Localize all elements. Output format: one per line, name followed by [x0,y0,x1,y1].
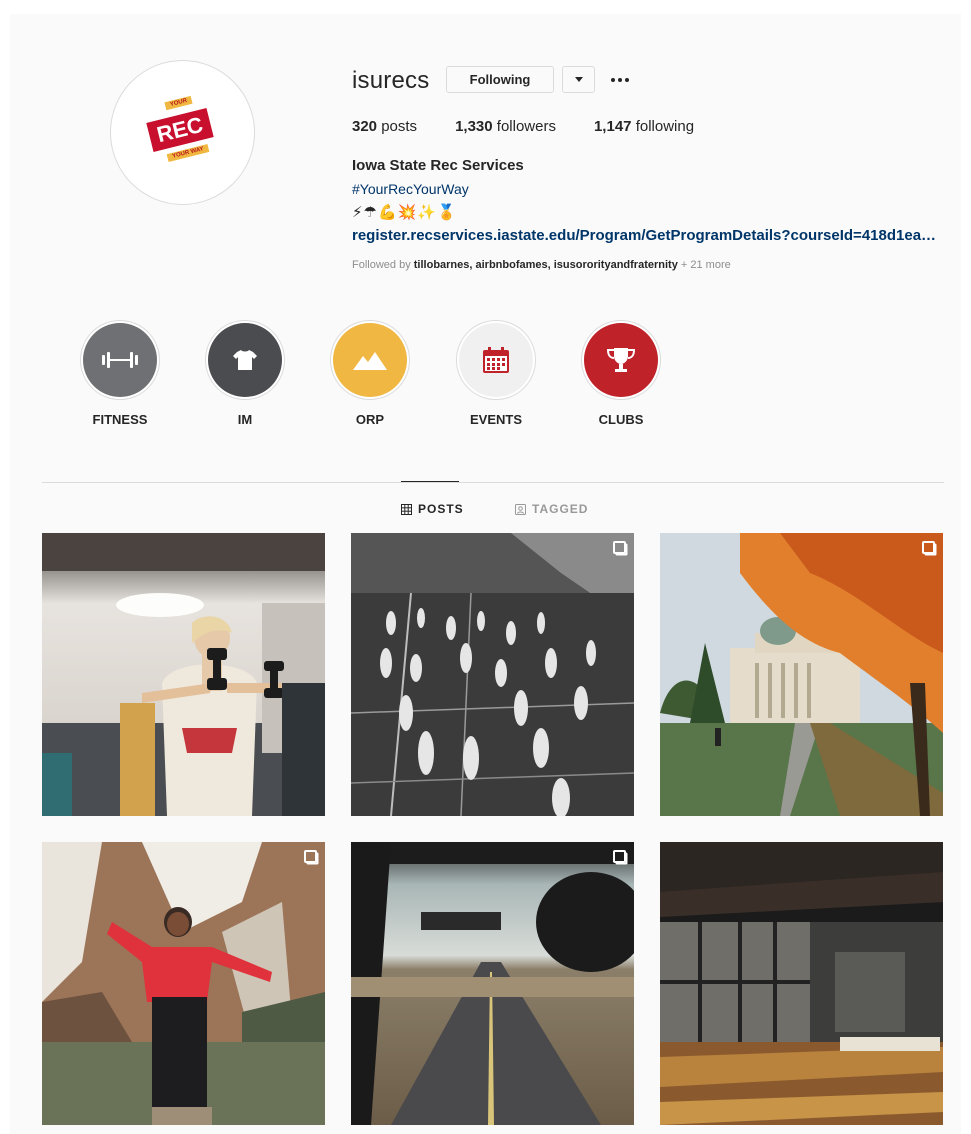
highlight-ring [581,320,661,400]
tshirt-icon [233,350,257,370]
profile-avatar[interactable]: YOUR REC YOUR WAY [110,60,255,205]
followers-count: 1,330 [455,118,493,135]
followed-by-more: + 21 more [680,259,731,271]
following-button[interactable]: Following [446,66,554,93]
highlight-events[interactable]: EVENTS [451,320,541,427]
multiple-photos-icon [922,541,935,554]
post-image [42,842,325,1125]
tab-posts-label: POSTS [418,502,464,516]
more-options-button[interactable] [608,66,632,93]
multiple-photos-icon [304,850,317,863]
trophy-icon [606,348,636,372]
following-stat[interactable]: 1,147 following [594,118,694,135]
followed-by-prefix: Followed by [352,259,411,271]
followed-by[interactable]: Followed by tillobarnes, airbnbofames, i… [352,259,731,271]
tab-posts[interactable]: POSTS [401,502,464,516]
posts-count: 320 [352,118,378,135]
highlight-ring [456,320,536,400]
highlight-fitness[interactable]: FITNESS [75,320,165,427]
post-image [351,533,634,816]
post-thumbnail[interactable] [42,533,325,816]
full-name: Iowa State Rec Services [352,157,524,174]
highlight-clubs[interactable]: CLUBS [576,320,666,427]
chevron-down-icon [574,77,583,82]
post-thumbnail[interactable] [351,842,634,1125]
bio-website-link[interactable]: register.recservices.iastate.edu/Program… [352,227,942,244]
grid-icon [401,503,412,515]
ellipsis-icon [611,77,629,82]
highlight-ring [330,320,410,400]
username: isurecs [352,67,430,94]
post-image [660,533,943,816]
post-thumbnail[interactable] [660,533,943,816]
highlight-ring [205,320,285,400]
profile-stats: 320 posts 1,330 followers 1,147 followin… [352,118,732,135]
tab-tagged-label: TAGGED [532,502,589,516]
highlight-orp[interactable]: ORP [325,320,415,427]
suggested-dropdown-button[interactable] [562,66,595,93]
highlight-cover [83,323,157,397]
highlight-label: CLUBS [598,412,644,427]
followers-stat[interactable]: 1,330 followers [455,118,556,135]
mountain-icon [353,352,387,370]
multiple-photos-icon [613,541,626,554]
highlight-ring [80,320,160,400]
following-label: following [635,118,695,135]
post-image [660,842,943,1125]
post-thumbnail[interactable] [660,842,943,1125]
followers-label: followers [496,118,556,135]
highlight-cover [333,323,407,397]
highlight-label: IM [237,412,253,427]
post-thumbnail[interactable] [42,842,325,1125]
posts-label: posts [381,118,418,135]
post-thumbnail[interactable] [351,533,634,816]
highlight-label: FITNESS [92,412,148,427]
multiple-photos-icon [613,850,626,863]
highlight-cover [584,323,658,397]
followed-by-users: tillobarnes, airbnbofames, isusororityan… [413,259,678,271]
following-count: 1,147 [593,118,632,135]
logo-top-text: YOUR [163,95,193,110]
dumbbell-icon [102,352,138,368]
post-image [351,842,634,1125]
highlight-label: ORP [355,412,385,427]
highlight-im[interactable]: IM [200,320,290,427]
calendar-icon [483,347,509,373]
highlight-cover [208,323,282,397]
highlight-cover [459,323,533,397]
bio-hashtag-link[interactable]: #YourRecYourWay [352,181,469,197]
tabs-divider [42,482,944,483]
post-image [42,533,325,816]
active-tab-indicator [401,481,459,482]
rec-logo: YOUR REC YOUR WAY [143,93,223,173]
tab-tagged[interactable]: TAGGED [515,502,588,516]
highlight-label: EVENTS [469,412,522,427]
posts-stat: 320 posts [352,118,417,135]
tagged-user-icon [515,503,526,515]
bio-emojis: ⚡☂💪💥✨🏅 [352,204,457,221]
